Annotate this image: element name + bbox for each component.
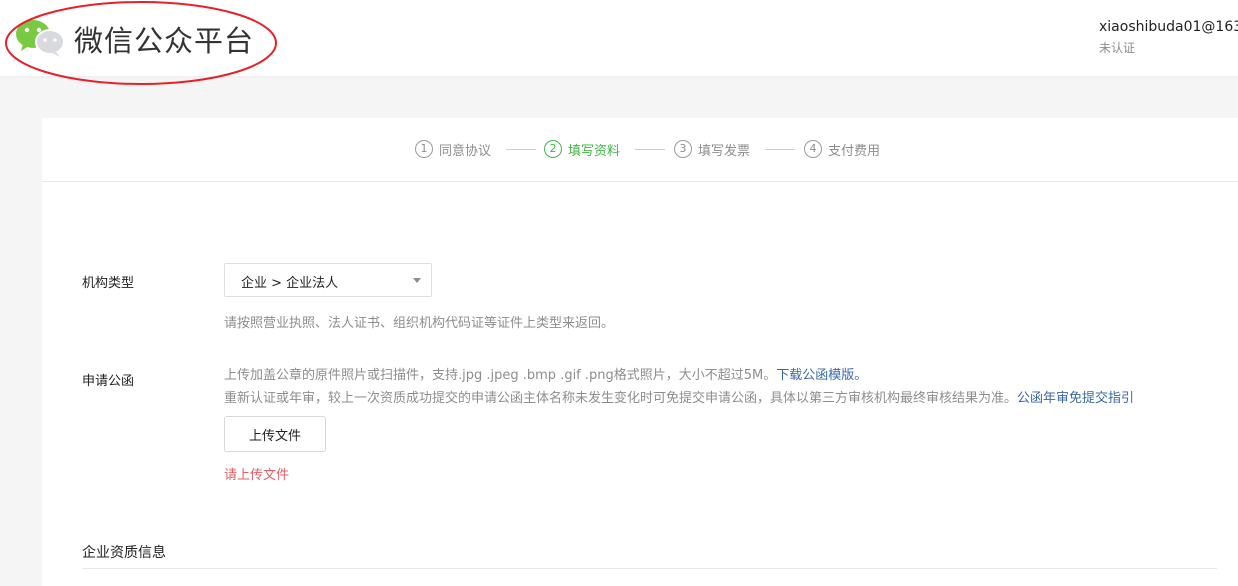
download-template-link[interactable]: 下载公函模版。: [776, 368, 867, 383]
step-payment: 4 支付费用: [804, 139, 880, 159]
step-number: 2: [544, 140, 562, 158]
user-account[interactable]: xiaoshibuda01@163.: [1099, 17, 1238, 37]
step-agree: 1 同意协议: [415, 139, 491, 159]
step-separator: [506, 149, 536, 150]
step-separator: [765, 149, 795, 150]
application-letter-hint-text: 上传加盖公章的原件照片或扫描件，支持.jpg .jpeg .bmp .gif .…: [224, 368, 777, 383]
org-type-hint: 请按照营业执照、法人证书、组织机构代码证等证件上类型来返回。: [224, 316, 615, 331]
user-account-box[interactable]: xiaoshibuda01@163. 未认证: [1099, 17, 1238, 56]
progress-steps: 1 同意协议 2 填写资料 3 填写发票 4 支付费用: [42, 118, 1238, 182]
application-letter-label: 申请公函: [82, 374, 135, 389]
step-number: 3: [674, 140, 692, 158]
chevron-down-icon: [413, 278, 421, 283]
step-number: 1: [415, 140, 433, 158]
upload-file-button[interactable]: 上传文件: [224, 416, 326, 452]
section-title: 企业资质信息: [82, 545, 166, 561]
step-fill-info: 2 填写资料: [544, 139, 620, 159]
section-divider: [82, 568, 1217, 569]
org-type-select[interactable]: 企业 > 企业法人: [224, 263, 432, 297]
step-number: 4: [804, 140, 822, 158]
org-type-value: 企业 > 企业法人: [241, 276, 339, 291]
wechat-logo-icon[interactable]: [14, 17, 66, 59]
application-letter-hint: 上传加盖公章的原件照片或扫描件，支持.jpg .jpeg .bmp .gif .…: [224, 364, 867, 383]
step-invoice: 3 填写发票: [674, 139, 750, 159]
verify-status: 未认证: [1099, 41, 1136, 55]
step-label: 填写发票: [698, 143, 751, 159]
step-separator: [635, 149, 665, 150]
step-label: 填写资料: [568, 143, 621, 159]
org-type-label: 机构类型: [82, 276, 135, 291]
top-header: 微信公众平台 xiaoshibuda01@163. 未认证: [0, 0, 1238, 85]
step-label: 同意协议: [439, 143, 492, 159]
step-label: 支付费用: [828, 143, 881, 159]
exemption-hint: 重新认证或年审，较上一次资质成功提交的申请公函主体名称未发生变化时可免提交申请公…: [224, 387, 1134, 406]
exemption-hint-text: 重新认证或年审，较上一次资质成功提交的申请公函主体名称未发生变化时可免提交申请公…: [224, 391, 1018, 406]
upload-error-message: 请上传文件: [224, 468, 290, 483]
exemption-guide-link[interactable]: 公函年审免提交指引: [1017, 391, 1134, 406]
verification-form-card: 1 同意协议 2 填写资料 3 填写发票 4 支付费用 机构类型 企业 > 企业…: [42, 118, 1238, 586]
brand-title[interactable]: 微信公众平台: [74, 18, 254, 60]
